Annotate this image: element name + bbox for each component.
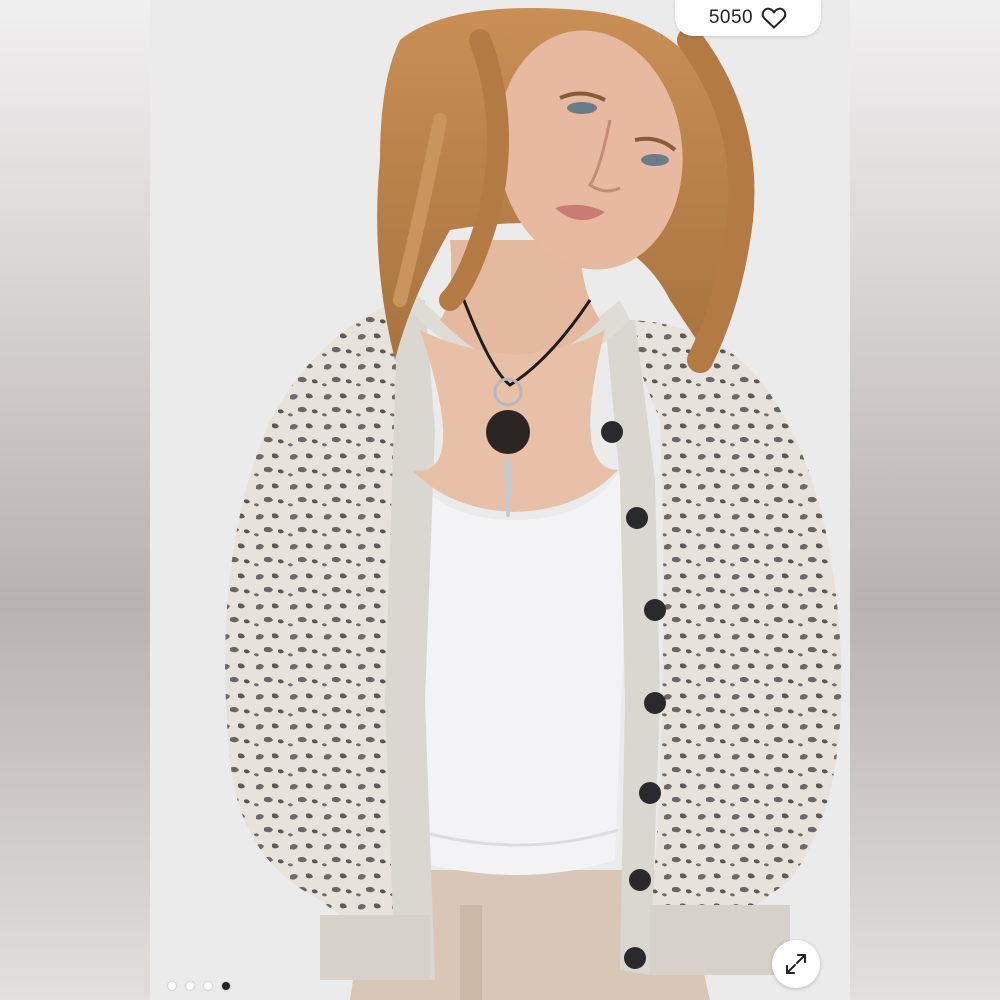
background-blur-right bbox=[850, 0, 1000, 1000]
pagination-dot-1[interactable] bbox=[168, 982, 176, 990]
product-photo[interactable] bbox=[150, 0, 850, 1000]
expand-button[interactable] bbox=[772, 940, 820, 988]
pagination-dot-3[interactable] bbox=[204, 982, 212, 990]
pagination-dot-4[interactable] bbox=[222, 982, 230, 990]
like-button[interactable]: 5050 bbox=[675, 0, 821, 36]
pagination-dot-2[interactable] bbox=[186, 982, 194, 990]
like-count: 5050 bbox=[708, 7, 754, 28]
heart-outline-icon bbox=[761, 7, 787, 29]
background-blur-left bbox=[0, 0, 150, 1000]
product-photo-illustration bbox=[150, 0, 850, 1000]
expand-arrows-icon bbox=[786, 954, 806, 974]
image-pagination bbox=[168, 982, 230, 990]
